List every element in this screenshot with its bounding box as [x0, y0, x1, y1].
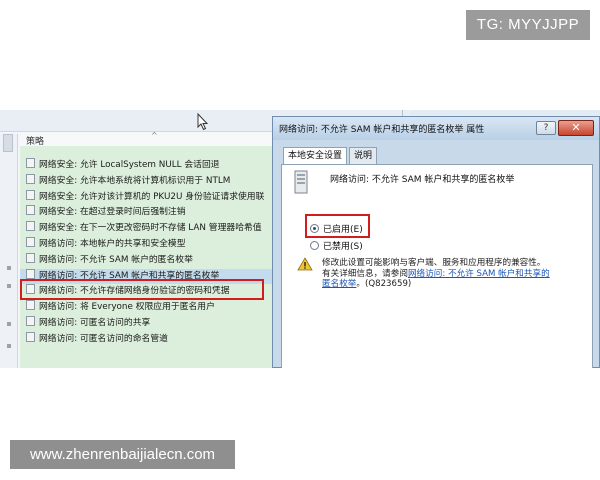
scrollbar-thumb[interactable]: [3, 134, 13, 152]
tree-scrollbar[interactable]: [0, 134, 18, 368]
tab-explain[interactable]: 说明: [349, 147, 378, 164]
policy-row[interactable]: 网络访问: 可匿名访问的共享: [20, 316, 282, 332]
tab-local-security-setting[interactable]: 本地安全设置: [283, 147, 348, 165]
scroll-mark: [7, 322, 11, 326]
help-link-cont[interactable]: 匿名枚举: [322, 279, 356, 289]
policy-row[interactable]: 网络安全: 在超过登录时间后强制注销: [20, 205, 282, 221]
sort-arrow-icon: ^: [151, 131, 158, 140]
policy-computer-icon: [294, 170, 308, 194]
close-button[interactable]: ✕: [558, 120, 594, 136]
policy-item-icon: [26, 158, 35, 168]
policy-row-label: 网络安全: 允许本地系统将计算机标识用于 NTLM: [39, 175, 231, 186]
warning-suffix: 。(Q823659): [356, 279, 412, 289]
policy-item-icon: [26, 237, 35, 247]
dialog-title-bar[interactable]: 网络访问: 不允许 SAM 帐户和共享的匿名枚举 属性 ? ✕: [273, 117, 599, 140]
scroll-mark: [7, 344, 11, 348]
scroll-mark: [7, 266, 11, 270]
warning-line-2: 有关详细信息，请参阅网络访问: 不允许 SAM 帐户和共享的: [322, 269, 592, 280]
policy-row-label: 网络访问: 本地帐户的共享和安全模型: [39, 239, 186, 249]
warning-prefix: 有关详细信息，请参阅: [322, 268, 408, 279]
policy-row[interactable]: 网络访问: 不允许 SAM 帐户的匿名枚举: [20, 252, 282, 269]
policy-row-label: 网络访问: 可匿名访问的共享: [39, 318, 151, 328]
disabled-radio-option[interactable]: 已禁用(S): [310, 239, 363, 252]
policy-item-icon: [26, 221, 35, 232]
radio-unchecked-icon[interactable]: [310, 241, 319, 250]
tg-watermark: TG: MYYJJPP: [466, 10, 590, 40]
policy-row[interactable]: 网络安全: 允许 LocalSystem NULL 会话回退: [20, 158, 282, 174]
help-button[interactable]: ?: [536, 121, 556, 135]
policy-row-label: 网络访问: 将 Everyone 权限应用于匿名用户: [39, 302, 215, 313]
screenshot-crop: 策略 ^ 网络安全: 允许 LocalSystem NULL 会话回退 网络安全:…: [0, 110, 600, 368]
mouse-pointer-icon: [197, 113, 209, 131]
warning-icon: [297, 257, 313, 271]
policy-row-label: 网络安全: 在超过登录时间后强制注销: [39, 207, 186, 218]
warning-line-3: 匿名枚举。(Q823659): [322, 279, 592, 290]
policy-row-label: 网络安全: 在下一次更改密码时不存储 LAN 管理器哈希值: [39, 223, 262, 234]
policy-item-icon: [26, 300, 35, 311]
policy-row[interactable]: 网络安全: 在下一次更改密码时不存储 LAN 管理器哈希值: [20, 221, 282, 237]
policy-row[interactable]: 网络访问: 可匿名访问的命名管道: [20, 331, 282, 348]
policy-item-icon: [26, 316, 35, 326]
policy-row[interactable]: 网络访问: 本地帐户的共享和安全模型: [20, 237, 282, 253]
highlight-box-selected-policy: [20, 279, 264, 300]
policy-row[interactable]: 网络安全: 允许本地系统将计算机标识用于 NTLM: [20, 173, 282, 190]
highlight-box-enabled: [305, 214, 370, 238]
dialog-title: 网络访问: 不允许 SAM 帐户和共享的匿名枚举 属性: [279, 125, 485, 135]
site-watermark: www.zhenrenbaijialecn.com: [10, 440, 235, 469]
help-link[interactable]: 网络访问: 不允许 SAM 帐户和共享的: [408, 269, 550, 279]
disabled-label: 已禁用(S): [323, 242, 363, 252]
policy-item-icon: [26, 268, 35, 279]
policy-row-label: 网络安全: 允许对该计算机的 PKU2U 身份验证请求使用联: [39, 191, 265, 202]
policy-row[interactable]: 网络安全: 允许对该计算机的 PKU2U 身份验证请求使用联: [20, 189, 282, 206]
compatibility-warning: 修改此设置可能影响与客户端、服务和应用程序的兼容性。 有关详细信息，请参阅网络访…: [322, 258, 592, 290]
policy-item-icon: [26, 205, 35, 216]
policy-row[interactable]: 网络访问: 将 Everyone 权限应用于匿名用户: [20, 300, 282, 316]
scroll-mark: [7, 284, 11, 288]
policy-item-icon: [26, 173, 35, 184]
policy-row-label: 网络安全: 允许 LocalSystem NULL 会话回退: [39, 160, 220, 170]
policy-item-icon: [26, 252, 35, 263]
policy-row-label: 网络访问: 不允许 SAM 帐户的匿名枚举: [39, 254, 193, 265]
policy-name-label: 网络访问: 不允许 SAM 帐户和共享的匿名枚举: [330, 175, 515, 185]
warning-line-1: 修改此设置可能影响与客户端、服务和应用程序的兼容性。: [322, 258, 546, 268]
policy-item-icon: [26, 331, 35, 342]
policy-row-label: 网络访问: 可匿名访问的命名管道: [39, 333, 168, 344]
policy-item-icon: [26, 189, 35, 200]
